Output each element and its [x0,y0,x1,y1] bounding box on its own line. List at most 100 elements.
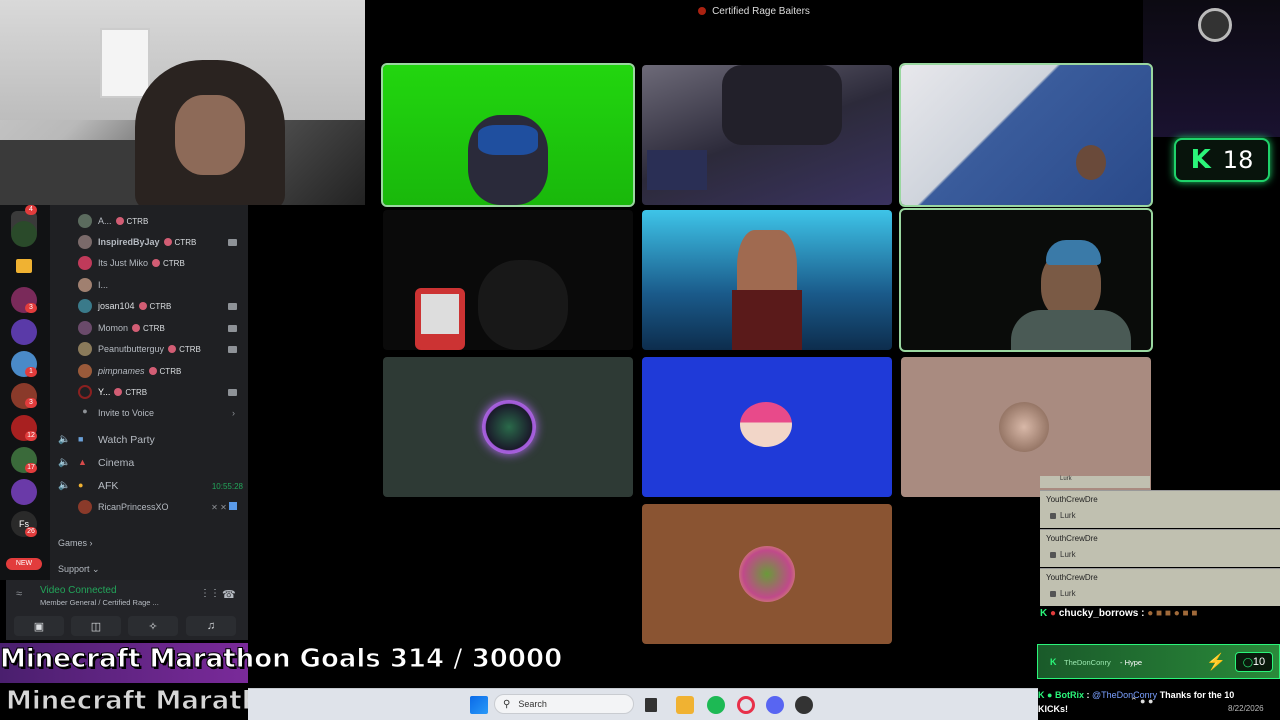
notification-badge: 3 [25,398,37,408]
voice-member[interactable]: I... [78,276,243,294]
voice-member[interactable]: Y... CTRB [78,383,243,401]
file-explorer-icon[interactable] [676,696,694,714]
participant-avatar [740,402,792,447]
server-icon[interactable] [11,479,37,505]
chat-partial: Lurk [1040,476,1150,488]
avatar [78,500,92,514]
voice-member[interactable]: josan104 CTRB [78,297,243,315]
participant-avatar [739,546,795,602]
server-icon[interactable] [11,319,37,345]
server-icon [698,7,707,15]
chat-text: KICKs! [1038,704,1069,714]
category-games[interactable]: Games › [58,538,93,548]
server-icon[interactable] [11,221,37,247]
hype-label: - Hype [1120,658,1143,667]
goal-text-1: Minecraft Marathon Goals 314 / 30000 [0,644,563,675]
streamer-webcam [0,0,365,205]
voice-status: Video Connected [40,585,117,596]
avatar [78,299,92,313]
member-name: InspiredByJay [98,237,160,247]
camera-icon [228,238,237,246]
video-tile-3[interactable] [899,63,1153,207]
member-name: A... [98,216,112,226]
camera-icon [228,388,237,396]
activities-button[interactable]: ✧ [128,616,178,636]
task-view-icon[interactable] [645,698,657,712]
invite-to-voice[interactable]: ● Invite to Voice › [78,404,243,422]
disconnect-icon[interactable]: ☎ [222,588,236,601]
voice-channel-path[interactable]: Member General / Certified Rage ... [40,598,159,607]
kick-badge-icon: K [1038,690,1045,700]
lightning-icon: ⚡ [1206,654,1226,671]
chat-message-chucky: K ● chucky_borrows : ● ■ ■ ● ■ ■ [1040,608,1280,638]
voice-member[interactable]: InspiredByJay CTRB [78,233,243,251]
spotify-icon[interactable] [707,696,725,714]
voice-member[interactable]: Peanutbutterguy CTRB [78,340,243,358]
hype-username: TheDonConry [1064,658,1111,667]
chat-username: BotRix [1054,690,1084,700]
video-tile-8[interactable] [642,357,892,497]
video-tile-6[interactable] [899,208,1153,352]
voice-member[interactable]: RicanPrincessXO ✕ ✕ [78,498,243,516]
channel-timer: 10:55:28 [211,481,243,491]
voice-member[interactable]: A... CTRB [78,212,243,230]
camera-off-button[interactable]: ▣ [14,616,64,636]
category-support[interactable]: Support ⌄ [58,564,100,575]
channel-list: A... CTRB InspiredByJay CTRB Its Just Mi… [50,205,248,580]
voice-member[interactable]: pimpnames CTRB [78,362,243,380]
heart-icon: ● [1050,608,1057,619]
folder-icon[interactable] [16,259,32,273]
voice-channel-watch-party[interactable]: 🔈 ■ Watch Party [58,430,243,450]
video-tile-5[interactable] [642,210,892,350]
soundboard-button[interactable]: ♫ [186,616,236,636]
chat-username: chucky_borrows [1058,608,1139,619]
discord-icon[interactable] [766,696,784,714]
window-titlebar: Certified Rage Baiters [365,0,1143,22]
camera-icon [228,324,237,332]
invite-icon: ● [82,406,88,416]
video-tile-7[interactable] [383,357,633,497]
member-name: pimpnames [98,366,145,376]
speaker-icon: 🔈 [58,457,71,468]
speaker-icon: 🔈 [58,480,71,491]
taskbar-search[interactable]: ⚲ Search [494,694,634,714]
voice-connection-panel: ≈ Video Connected Member General / Certi… [6,580,248,640]
popcorn-icon: ▲ [78,457,87,467]
voice-member[interactable]: Momon CTRB [78,319,243,337]
share-screen-button[interactable]: ◫ [71,616,121,636]
screen-share-icon: ◫ [90,620,102,633]
member-name: I... [98,280,109,290]
search-icon: ⚲ [503,698,511,710]
activities-icon: ✧ [148,620,158,633]
windows-start-icon[interactable] [470,696,488,714]
speaker-icon: 🔈 [58,434,71,445]
chat-username: YouthCrewDre [1046,573,1098,582]
video-tile-10[interactable] [642,504,892,644]
obs-icon[interactable] [795,696,813,714]
chat-message: YouthCrewDre Lurk [1040,529,1280,567]
chat-username: YouthCrewDre [1046,495,1098,504]
video-tile-2[interactable] [642,65,892,205]
soundboard-icon: ♫ [206,620,216,632]
window-title: Certified Rage Baiters [712,5,810,17]
windows-taskbar [248,688,1038,720]
avatar [78,256,92,270]
emote-icons: ● ■ ■ ● ■ ■ [1147,608,1198,619]
channel-name: Watch Party [98,434,155,446]
notification-badge: 26 [25,527,37,537]
video-tile-1[interactable] [381,63,635,207]
member-tag: CTRB [132,324,165,333]
tv-icon: ■ [78,434,84,444]
video-tile-4[interactable] [383,210,633,350]
avatar [78,342,92,356]
channel-logo-icon [1198,8,1232,42]
voice-member[interactable]: Its Just Miko CTRB [78,254,243,272]
noise-suppression-icon[interactable]: ⋮⋮ [200,588,220,599]
opera-gx-icon[interactable] [737,696,755,714]
system-tray: ⌃ ● ● [1130,696,1154,706]
avatar [78,364,92,378]
voice-channel-cinema[interactable]: 🔈 ▲ Cinema [58,453,243,473]
member-name: Its Just Miko [98,258,149,268]
voice-channel-afk[interactable]: 🔈 ● AFK 10:55:28 [58,476,243,496]
notification-badge: 3 [25,303,37,313]
